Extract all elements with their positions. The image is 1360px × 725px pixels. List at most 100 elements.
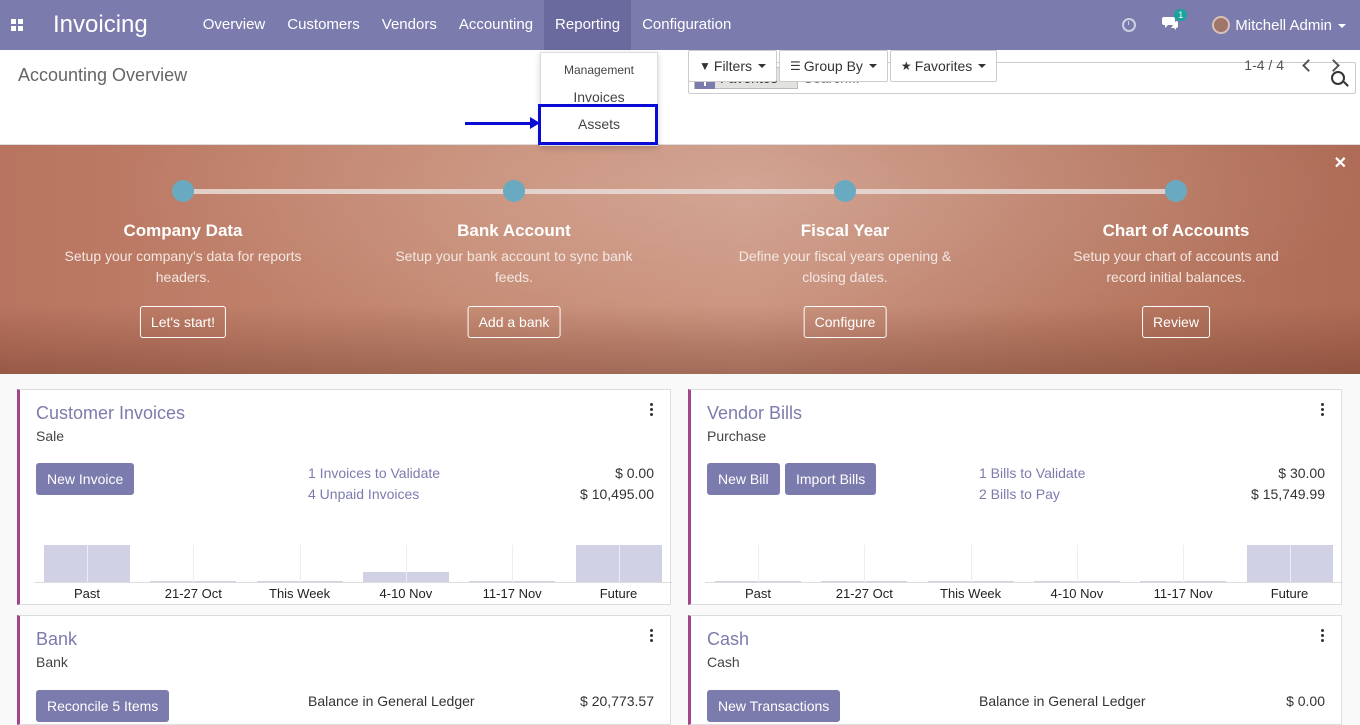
configure-button[interactable]: Configure	[803, 306, 887, 338]
page-title: Accounting Overview	[18, 65, 188, 85]
activity-clock-icon[interactable]	[1122, 18, 1137, 32]
progress-track	[183, 189, 1177, 194]
favorites-label: Favorites	[914, 58, 973, 74]
pager-value[interactable]: 1-4 / 4	[1244, 57, 1284, 73]
graph-gridline	[1289, 545, 1291, 583]
list-icon: ☰	[790, 59, 801, 73]
search-options: ▼ Filters ☰ Group By ★ Favorites	[688, 50, 999, 82]
main-menu: Overview Customers Vendors Accounting Re…	[192, 0, 743, 50]
groupby-button[interactable]: ☰ Group By	[779, 50, 888, 82]
chat-icon[interactable]: 1	[1162, 9, 1188, 34]
search-icon[interactable]	[1331, 71, 1345, 85]
journal-type: Bank	[36, 654, 68, 670]
journal-title[interactable]: Vendor Bills	[707, 403, 802, 424]
journal-type: Purchase	[707, 428, 767, 444]
menu-reporting[interactable]: Reporting	[544, 0, 632, 50]
new-invoice-button[interactable]: New Invoice	[36, 463, 135, 495]
journal-title[interactable]: Bank	[36, 629, 77, 650]
kebab-menu-icon[interactable]	[650, 629, 654, 642]
journal-graph[interactable]	[705, 545, 1343, 583]
control-panel: Accounting Overview Favorites ✖	[0, 50, 1360, 145]
menu-customers[interactable]: Customers	[276, 0, 371, 50]
chevron-down-icon	[978, 64, 987, 68]
balance-label: Balance in General Ledger	[979, 693, 1146, 709]
stat-amount: $ 15,749.99	[1251, 486, 1325, 502]
step-dot	[834, 180, 856, 202]
graph-gridline	[512, 545, 514, 583]
graph-gridline	[970, 545, 972, 583]
stat-link[interactable]: 1 Invoices to Validate	[308, 465, 440, 481]
app-name[interactable]: Invoicing	[53, 11, 148, 39]
step-title: Company Data	[123, 221, 243, 240]
step-description: Setup your bank account to sync bank fee…	[395, 248, 633, 285]
import-bills-button[interactable]: Import Bills	[785, 463, 877, 495]
chat-count-badge: 1	[1174, 9, 1188, 21]
step-description: Setup your chart of accounts and record …	[1073, 248, 1279, 285]
new-transactions-button[interactable]: New Transactions	[707, 690, 841, 722]
apps-menu-icon[interactable]	[0, 0, 34, 50]
graph-gridline	[193, 545, 195, 583]
step-dot	[1165, 180, 1187, 202]
filters-button[interactable]: ▼ Filters	[688, 50, 778, 82]
next-page-icon[interactable]	[1327, 58, 1340, 72]
graph-gridline	[299, 545, 301, 583]
step-dot	[503, 180, 525, 202]
graph-baseline	[34, 582, 672, 583]
step-title: Fiscal Year	[800, 221, 890, 240]
filters-label: Filters	[713, 58, 753, 74]
onboarding-banner: ✕ Company Data Setup your company's data…	[0, 145, 1360, 374]
journal-title[interactable]: Customer Invoices	[36, 403, 185, 424]
user-name: Mitchell Admin	[1235, 16, 1332, 34]
graph-x-label: 21-27 Oct	[835, 586, 893, 601]
balance-amount: $ 20,773.57	[580, 693, 654, 709]
user-menu[interactable]: Mitchell Admin	[1235, 17, 1346, 34]
favorites-button[interactable]: ★ Favorites	[889, 50, 998, 82]
graph-x-label: Past	[744, 586, 771, 601]
kebab-menu-icon[interactable]	[1321, 629, 1325, 642]
close-icon[interactable]: ✕	[1334, 153, 1347, 173]
filter-icon: ▼	[699, 59, 711, 73]
balance-amount: $ 0.00	[1286, 693, 1325, 709]
graph-x-label: This Week	[269, 586, 331, 601]
graph-gridline	[1077, 545, 1079, 583]
dropdown-item-invoices[interactable]: Invoices	[541, 89, 657, 105]
kebab-menu-icon[interactable]	[650, 403, 654, 416]
stat-link[interactable]: 2 Bills to Pay	[979, 486, 1060, 502]
stat-link[interactable]: 1 Bills to Validate	[979, 465, 1085, 481]
graph-baseline	[705, 582, 1343, 583]
menu-vendors[interactable]: Vendors	[371, 0, 448, 50]
menu-overview[interactable]: Overview	[192, 0, 277, 50]
menu-configuration[interactable]: Configuration	[631, 0, 742, 50]
balance-label: Balance in General Ledger	[308, 693, 475, 709]
graph-gridline	[864, 545, 866, 583]
kebab-menu-icon[interactable]	[1321, 403, 1325, 416]
add-bank-button[interactable]: Add a bank	[467, 306, 561, 338]
systray: 1 Mitchell Admin	[1122, 0, 1360, 50]
pager: 1-4 / 4	[1244, 57, 1346, 73]
stat-amount: $ 30.00	[1278, 465, 1325, 481]
lets-start-button[interactable]: Let's start!	[139, 306, 227, 338]
assets-highlight-box	[538, 104, 658, 145]
menu-accounting[interactable]: Accounting	[448, 0, 544, 50]
dropdown-section-management: Management	[563, 63, 635, 77]
journal-card-customer-invoices: Customer Invoices Sale New Invoice 1 Inv…	[17, 389, 672, 605]
star-icon: ★	[900, 59, 912, 73]
user-avatar	[1212, 16, 1231, 34]
chevron-down-icon	[758, 64, 767, 68]
graph-x-label: 11-17 Nov	[1153, 586, 1213, 601]
new-bill-button[interactable]: New Bill	[707, 463, 780, 495]
graph-x-label: 21-27 Oct	[164, 586, 222, 601]
top-navbar: Invoicing Overview Customers Vendors Acc…	[0, 0, 1360, 50]
step-title: Chart of Accounts	[1102, 221, 1250, 240]
journal-title[interactable]: Cash	[707, 629, 749, 650]
graph-gridline	[618, 545, 620, 583]
chevron-down-icon	[868, 64, 877, 68]
journal-graph[interactable]	[34, 545, 672, 583]
previous-page-icon[interactable]	[1302, 58, 1315, 72]
reconcile-button[interactable]: Reconcile 5 Items	[36, 690, 170, 722]
chevron-down-icon	[1338, 23, 1346, 28]
stat-link[interactable]: 4 Unpaid Invoices	[308, 486, 419, 502]
annotation-arrow-icon	[465, 117, 540, 129]
graph-x-label: Future	[599, 586, 638, 601]
review-button[interactable]: Review	[1142, 306, 1210, 338]
